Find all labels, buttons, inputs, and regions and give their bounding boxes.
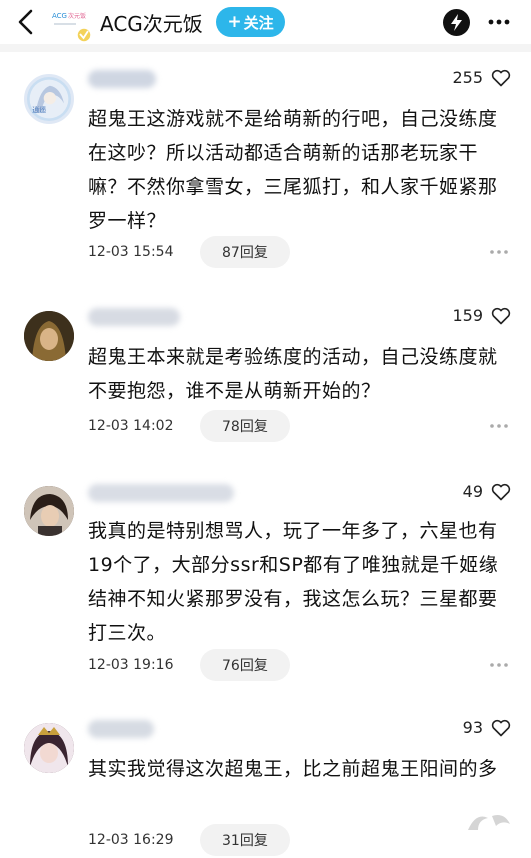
comment-meta: 12-03 14:02 78回复 (88, 410, 290, 442)
avatar[interactable]: 逍遥 (24, 74, 74, 124)
svg-text:逍遥: 逍遥 (32, 105, 46, 114)
comment-time: 12-03 16:29 (88, 832, 174, 848)
plus-icon: + (227, 12, 242, 32)
more-dots-icon[interactable] (489, 662, 509, 668)
comment-text: 超鬼王这游戏就不是给萌新的行吧，自己没练度在这吵？所以活动都适合萌新的话那老玩家… (88, 108, 498, 232)
header-divider (0, 44, 531, 52)
comment-text: 超鬼王本来就是考验练度的活动，自己没练度就不要抱怨，谁不是从萌新开始的？ (88, 346, 498, 402)
heart-icon (491, 69, 511, 86)
like-count: 159 (452, 306, 483, 325)
comment-time: 12-03 19:16 (88, 657, 174, 673)
avatar[interactable] (24, 311, 74, 361)
username-blurred (88, 70, 156, 88)
like-control[interactable]: 93 (463, 718, 511, 737)
comment-text: 其实我觉得这次超鬼王，比之前超鬼王阳间的多 (88, 758, 498, 780)
like-count: 49 (462, 482, 483, 501)
lightning-icon (451, 14, 462, 31)
more-dots-icon[interactable] (487, 13, 511, 31)
svg-text:次元饭: 次元饭 (68, 12, 86, 20)
like-count: 255 (452, 68, 483, 87)
username-blurred (88, 720, 154, 738)
comment-time: 12-03 14:02 (88, 418, 174, 434)
comment-item: 159 超鬼王本来就是考验练度的活动，自己没练度就不要抱怨，谁不是从萌新开始的？… (0, 286, 531, 456)
follow-button[interactable]: + 关注 (216, 7, 285, 37)
avatar[interactable] (24, 723, 74, 773)
reply-count-button[interactable]: 87回复 (200, 236, 290, 268)
svg-text:ACG: ACG (52, 12, 67, 20)
comment-meta: 12-03 16:29 31回复 (88, 824, 290, 856)
username-blurred (88, 308, 180, 326)
reply-count-button[interactable]: 78回复 (200, 410, 290, 442)
reply-count-button[interactable]: 31回复 (200, 824, 290, 856)
like-count: 93 (462, 718, 483, 737)
username-blurred (88, 484, 234, 502)
comment-meta: 12-03 15:54 87回复 (88, 236, 290, 268)
lightning-button[interactable] (443, 9, 470, 36)
comment-item: 逍遥 255 超鬼王这游戏就不是给萌新的行吧，自己没练度在这吵？所以活动都适合萌… (0, 52, 531, 282)
more-dots-icon[interactable] (489, 423, 509, 429)
like-control[interactable]: 255 (452, 68, 511, 87)
like-control[interactable]: 49 (463, 482, 511, 501)
comment-meta: 12-03 19:16 76回复 (88, 649, 290, 681)
heart-icon (491, 719, 511, 736)
comment-text: 我真的是特别想骂人，玩了一年多了，六星也有19个了，大部分ssr和SP都有了唯独… (88, 520, 499, 644)
back-chevron-icon[interactable] (14, 8, 38, 36)
comment-time: 12-03 15:54 (88, 244, 174, 260)
heart-icon (491, 307, 511, 324)
follow-label: 关注 (243, 13, 274, 32)
heart-icon (491, 483, 511, 500)
watermark-logo-icon (468, 815, 510, 830)
group-name[interactable]: ACG次元饭 (100, 8, 203, 37)
avatar[interactable] (24, 486, 74, 536)
group-logo-icon[interactable]: ACG 次元饭 (50, 5, 92, 43)
top-bar: ACG 次元饭 ACG次元饭 + 关注 (0, 0, 531, 44)
comment-item: 49 我真的是特别想骂人，玩了一年多了，六星也有19个了，大部分ssr和SP都有… (0, 462, 531, 702)
more-dots-icon[interactable] (489, 249, 509, 255)
like-control[interactable]: 159 (452, 306, 511, 325)
reply-count-button[interactable]: 76回复 (200, 649, 290, 681)
